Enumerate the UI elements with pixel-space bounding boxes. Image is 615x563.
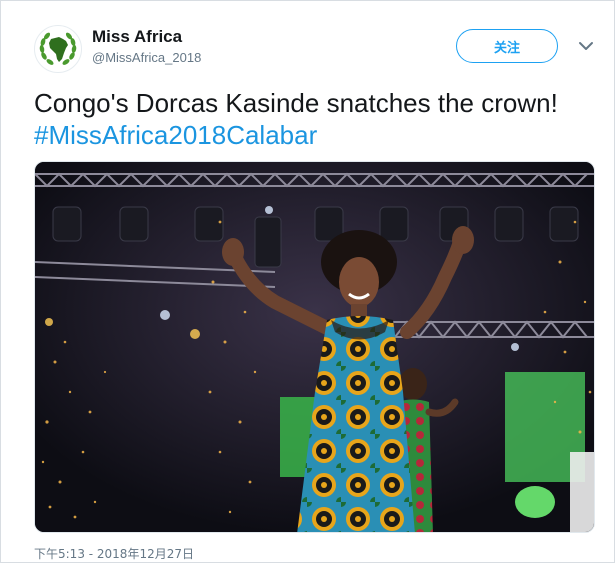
account-name[interactable]: Miss Africa bbox=[92, 27, 182, 47]
avatar[interactable] bbox=[34, 25, 82, 73]
account-handle[interactable]: @MissAfrica_2018 bbox=[92, 50, 201, 65]
chevron-down-icon[interactable] bbox=[577, 37, 595, 55]
tweet-photo[interactable] bbox=[34, 161, 595, 533]
tweet-text: Congo's Dorcas Kasinde snatches the crow… bbox=[34, 87, 594, 151]
tweet-card: Miss Africa @MissAfrica_2018 关注 Congo's … bbox=[0, 0, 615, 563]
follow-button[interactable]: 关注 bbox=[456, 29, 558, 63]
tweet-body: Congo's Dorcas Kasinde snatches the crow… bbox=[34, 88, 558, 118]
africa-map-laurel-icon bbox=[36, 27, 80, 71]
tweet-timestamp[interactable]: 下午5:13 - 2018年12月27日 bbox=[34, 545, 194, 562]
hashtag-link[interactable]: #MissAfrica2018Calabar bbox=[34, 119, 594, 151]
